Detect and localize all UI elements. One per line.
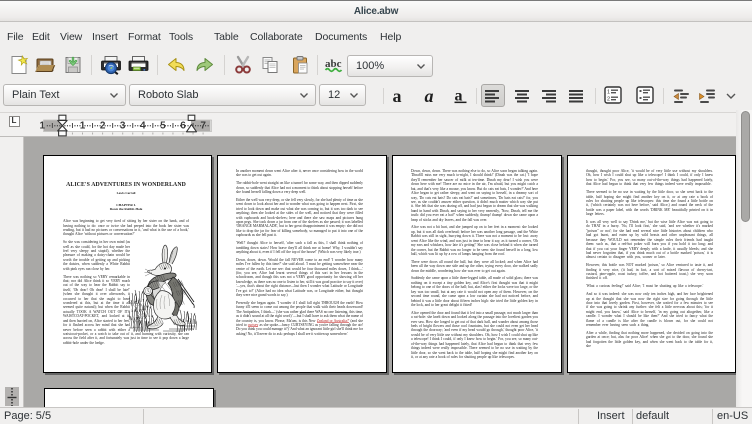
- svg-text:1: 1: [80, 121, 86, 132]
- svg-text:a: a: [393, 88, 402, 104]
- svg-text:a: a: [455, 88, 463, 104]
- svg-text:2: 2: [607, 97, 610, 103]
- svg-text:3: 3: [120, 121, 126, 132]
- svg-text:5: 5: [160, 121, 166, 132]
- svg-text:6: 6: [180, 121, 186, 132]
- svg-text:7: 7: [200, 121, 206, 132]
- svg-text:4: 4: [140, 121, 146, 132]
- svg-text:1: 1: [607, 90, 610, 96]
- svg-text:2: 2: [100, 121, 106, 132]
- svg-text:1: 1: [40, 121, 46, 132]
- svg-text:a: a: [425, 88, 434, 104]
